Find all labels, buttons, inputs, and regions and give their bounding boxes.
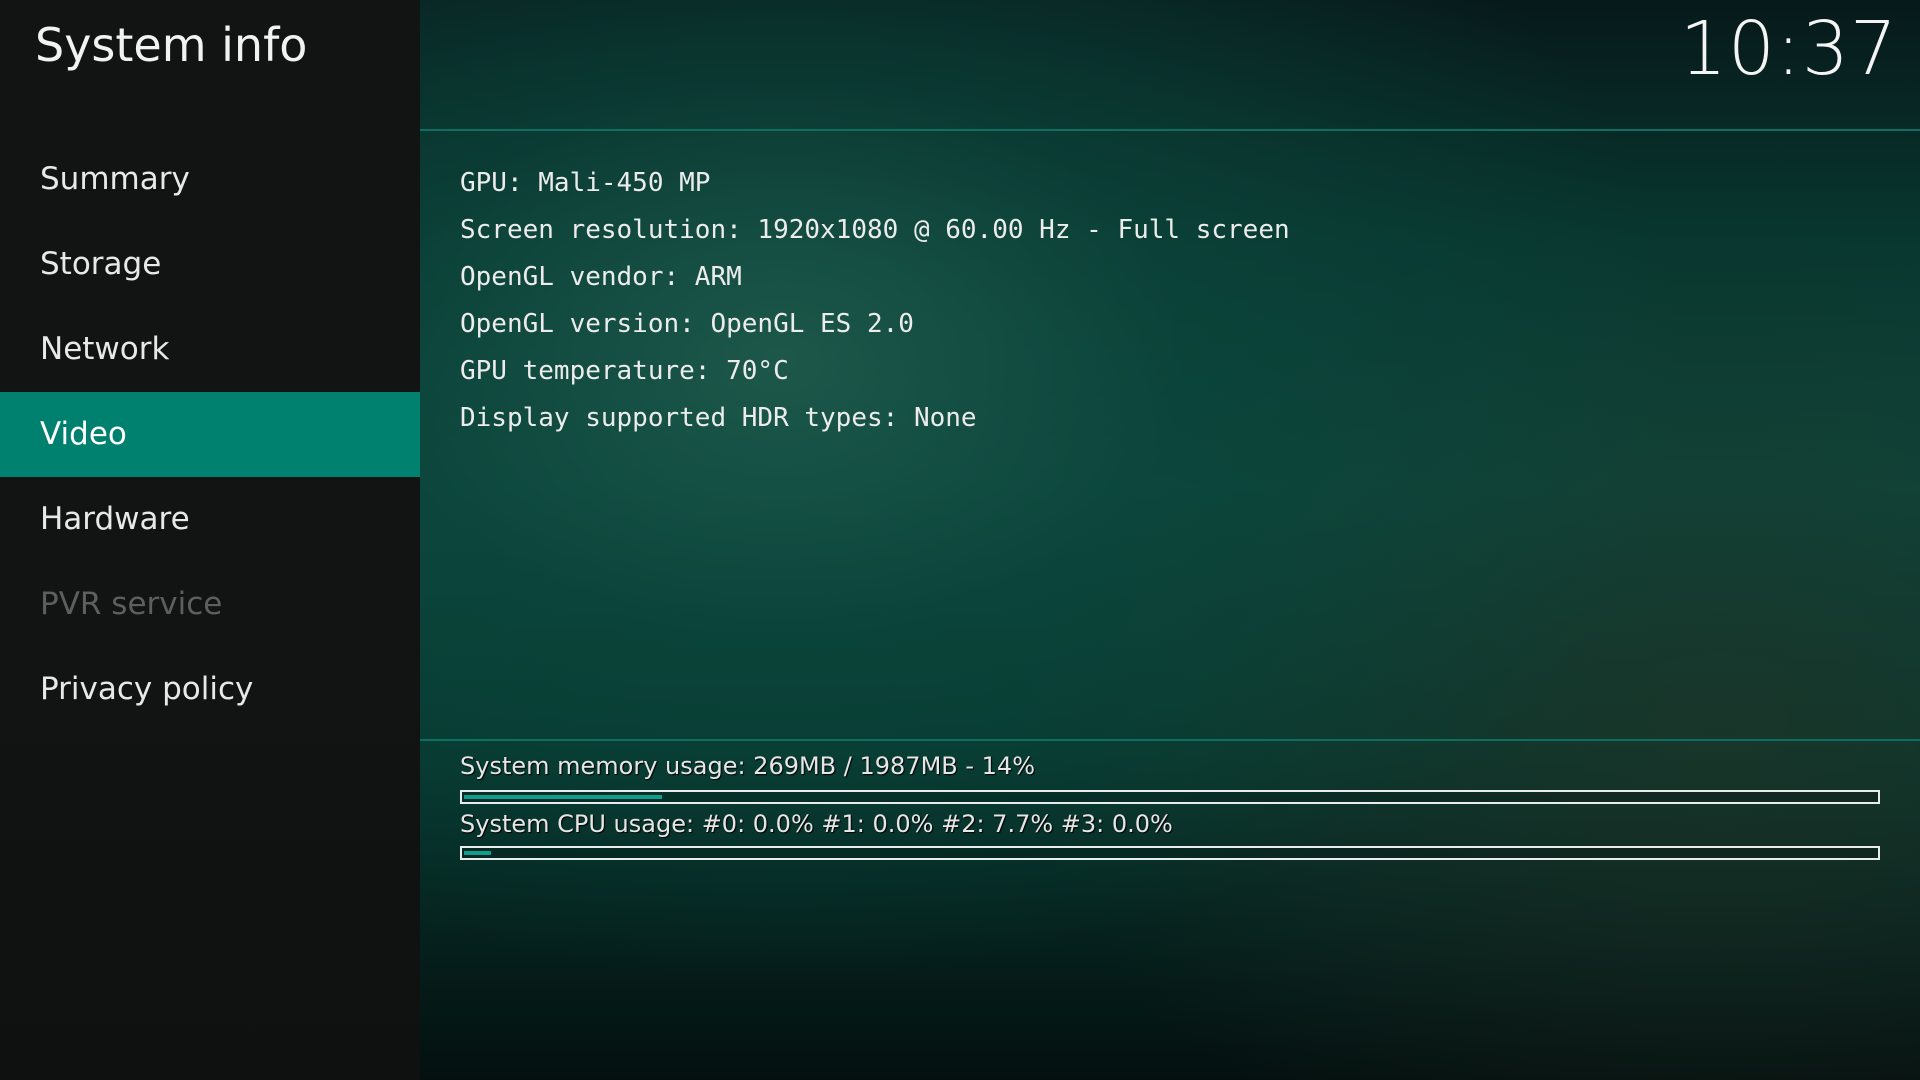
info-line-opengl-vendor: OpenGL vendor: ARM bbox=[460, 262, 742, 292]
memory-usage-bar-fill bbox=[464, 795, 662, 799]
header-divider bbox=[420, 129, 1920, 131]
memory-usage-label: System memory usage: 269MB / 1987MB - 14… bbox=[460, 752, 1036, 780]
info-line-screen-resolution: Screen resolution: 1920x1080 @ 60.00 Hz … bbox=[460, 215, 1290, 245]
clock: 10:37 bbox=[1679, 6, 1898, 92]
system-info-screen: System info Summary Storage Network Vide… bbox=[0, 0, 1920, 1080]
sidebar-item-hardware[interactable]: Hardware bbox=[0, 477, 420, 562]
info-line-hdr-types: Display supported HDR types: None bbox=[460, 403, 977, 433]
sidebar-item-video[interactable]: Video bbox=[0, 392, 420, 477]
sidebar: System info Summary Storage Network Vide… bbox=[0, 0, 420, 1080]
sidebar-item-privacy-policy[interactable]: Privacy policy bbox=[0, 647, 420, 732]
cpu-usage-bar bbox=[460, 846, 1880, 860]
usage-divider bbox=[420, 739, 1920, 741]
sidebar-item-storage[interactable]: Storage bbox=[0, 222, 420, 307]
sidebar-item-pvr-service: PVR service bbox=[40, 586, 223, 622]
info-line-opengl-version: OpenGL version: OpenGL ES 2.0 bbox=[460, 309, 914, 339]
page-title: System info bbox=[35, 18, 308, 72]
cpu-usage-label: System CPU usage: #0: 0.0% #1: 0.0% #2: … bbox=[460, 810, 1173, 838]
sidebar-item-network[interactable]: Network bbox=[0, 307, 420, 392]
video-info-list: GPU: Mali-450 MP Screen resolution: 1920… bbox=[460, 160, 1860, 442]
sidebar-menu: Summary Storage Network Video Hardware P… bbox=[0, 137, 420, 732]
info-line-gpu: GPU: Mali-450 MP bbox=[460, 168, 711, 198]
info-line-gpu-temperature: GPU temperature: 70°C bbox=[460, 356, 789, 386]
cpu-usage-bar-fill bbox=[464, 851, 491, 855]
sidebar-item-summary[interactable]: Summary bbox=[0, 137, 420, 222]
memory-usage-bar bbox=[460, 790, 1880, 804]
